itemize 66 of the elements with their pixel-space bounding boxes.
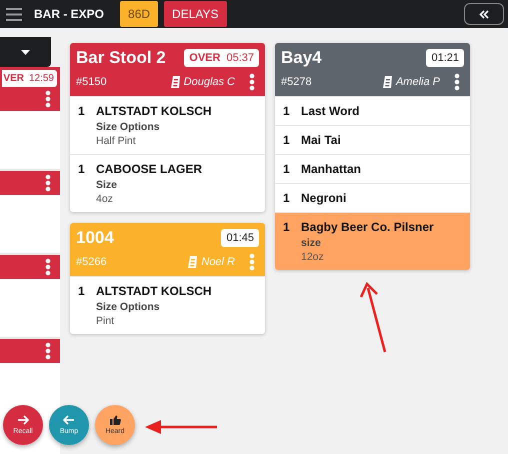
item-quantity: 1 — [78, 284, 86, 300]
id-badge-icon — [170, 76, 181, 88]
server-name: Amelia P — [396, 76, 440, 88]
item-quantity: 1 — [78, 104, 86, 120]
server-name: Douglas C — [184, 76, 235, 88]
item-name: ALTSTADT KOLSCH — [96, 104, 213, 118]
more-icon[interactable] — [45, 174, 51, 192]
item-quantity: 1 — [283, 133, 291, 147]
server-name: Noel R — [201, 256, 235, 268]
item-quantity: 1 — [283, 220, 291, 236]
order-item[interactable]: 1 ALTSTADT KOLSCH Size Options Pint — [70, 276, 265, 334]
item-name: Manhattan — [301, 162, 362, 176]
card-body — [0, 111, 60, 169]
order-item[interactable]: 1 Last Word — [275, 96, 470, 125]
item-quantity: 1 — [78, 162, 86, 178]
arrow-left-icon — [63, 415, 75, 425]
order-item[interactable]: 1 ALTSTADT KOLSCH Size Options Half Pint — [70, 96, 265, 154]
more-icon[interactable] — [45, 342, 51, 360]
thumbs-up-icon — [110, 415, 120, 425]
id-badge-icon — [382, 76, 393, 88]
double-chevron-icon — [479, 10, 489, 18]
ticket-number: #5278 — [281, 76, 313, 88]
modifier-label: Size — [96, 179, 118, 191]
more-icon[interactable] — [45, 90, 51, 108]
card-body — [0, 195, 60, 253]
item-quantity: 1 — [283, 191, 291, 205]
timer-badge: 01:45 — [221, 229, 259, 247]
modifier-label: Size Options — [96, 301, 161, 313]
item-quantity: 1 — [283, 162, 291, 176]
order-item[interactable]: 1 Bagby Beer Co. Pilsner size 12oz — [275, 212, 470, 270]
card-body — [0, 279, 60, 337]
item-name: Mai Tai — [301, 133, 342, 147]
filter-button[interactable]: 86D — [120, 1, 158, 27]
id-badge-icon — [188, 256, 198, 268]
item-name: CABOOSE LAGER — [96, 162, 204, 176]
more-icon[interactable] — [454, 73, 460, 91]
filter-button[interactable]: DELAYS — [164, 1, 226, 27]
ticket-number: #5150 — [76, 76, 108, 88]
modifier-label: size — [301, 237, 322, 249]
timer-badge: OVER 05:37 — [184, 49, 259, 67]
item-quantity: 1 — [283, 104, 291, 118]
timer-badge: VER 12:59 — [2, 70, 57, 87]
modifier-value: Pint — [96, 315, 116, 327]
collapse-button[interactable] — [464, 3, 504, 25]
modifier-label: Size Options — [96, 121, 161, 133]
menu-icon[interactable] — [6, 8, 22, 20]
item-name: ALTSTADT KOLSCH — [96, 284, 213, 298]
more-icon[interactable] — [249, 73, 255, 91]
order-item[interactable]: 1 CABOOSE LAGER Size 4oz — [70, 154, 265, 212]
item-name: Negroni — [301, 191, 348, 205]
order-name: Bar Stool 2 — [76, 48, 166, 68]
order-item[interactable]: 1 Mai Tai — [275, 125, 470, 154]
timer-badge: 01:21 — [426, 49, 464, 67]
item-name: Bagby Beer Co. Pilsner — [301, 220, 435, 234]
modifier-value: Half Pint — [96, 135, 137, 147]
caret-icon — [21, 50, 30, 54]
modifier-value: 4oz — [96, 193, 114, 205]
more-icon[interactable] — [45, 258, 51, 276]
modifier-value: 12oz — [301, 251, 325, 263]
screen-title: BAR - EXPO — [34, 7, 104, 21]
arrow-right-icon — [17, 415, 29, 425]
order-name: Bay4 — [281, 48, 322, 68]
order-name: 1004 — [76, 228, 114, 248]
item-name: Last Word — [301, 104, 360, 118]
ticket-number: #5266 — [76, 256, 108, 268]
order-item[interactable]: 1 Manhattan — [275, 154, 470, 183]
